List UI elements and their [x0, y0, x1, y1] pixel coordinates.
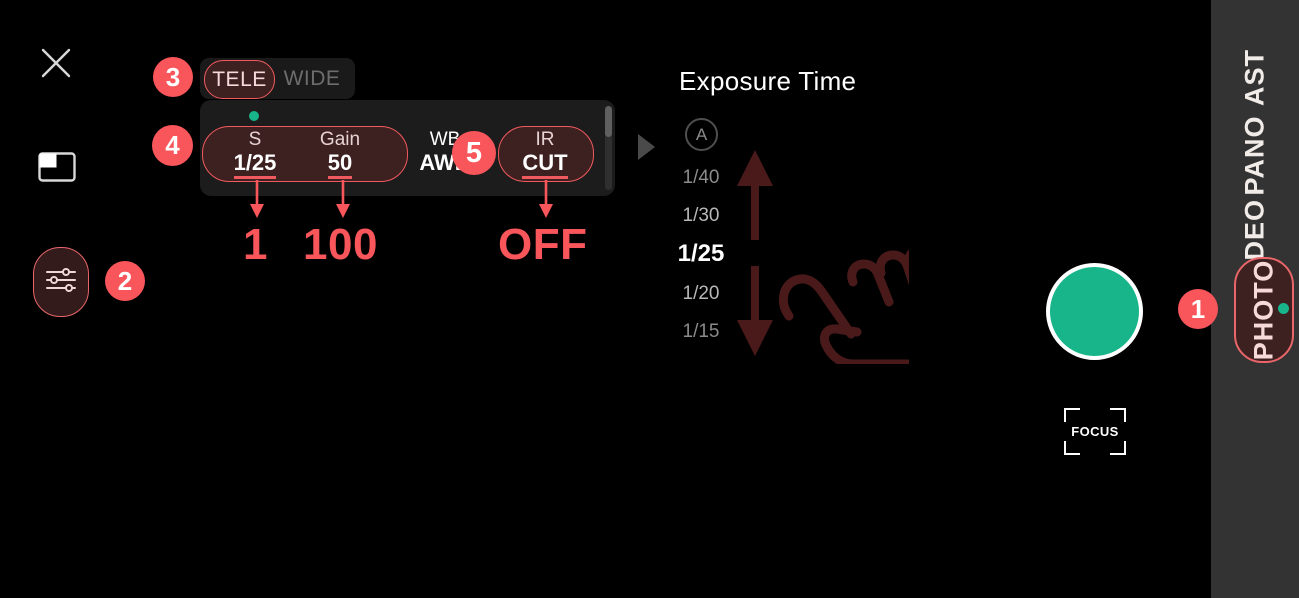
exposure-value-option[interactable]: 1/30	[665, 205, 737, 227]
annotation-badge-3: 3	[153, 57, 193, 97]
annotation-callout-shutter: 1	[243, 220, 268, 269]
picture-in-picture-icon[interactable]	[38, 150, 76, 184]
panel-scrollbar-thumb[interactable]	[605, 106, 612, 137]
annotation-badge-5: 5	[452, 131, 496, 175]
annotation-callout-ir: OFF	[498, 220, 588, 269]
panel-status-dot	[249, 111, 259, 121]
chevron-right-triangle-icon[interactable]	[638, 134, 655, 160]
annotation-badge-4: 4	[152, 125, 193, 166]
field-gain[interactable]: Gain 50	[300, 129, 380, 179]
photo-active-dot	[1278, 303, 1289, 314]
tab-tele[interactable]: TELE	[204, 60, 275, 99]
field-ir[interactable]: IR CUT	[510, 129, 580, 179]
swipe-up-down-hand-icon	[733, 142, 955, 369]
exposure-value-selected[interactable]: 1/25	[665, 240, 737, 268]
field-shutter[interactable]: S 1/25	[225, 129, 285, 179]
focus-button[interactable]: FOCUS	[1064, 408, 1126, 455]
field-shutter-value: 1/25	[233, 151, 277, 179]
field-ir-value: CUT	[522, 151, 568, 179]
exposure-time-title: Exposure Time	[679, 66, 857, 96]
exposure-value-option[interactable]: 1/20	[665, 283, 737, 305]
close-icon[interactable]	[40, 47, 72, 79]
field-gain-label: Gain	[319, 129, 361, 150]
auto-exposure-icon[interactable]: A	[685, 118, 718, 151]
exposure-value-option[interactable]: 1/40	[665, 167, 737, 189]
field-ir-label: IR	[535, 129, 555, 150]
settings-button[interactable]	[33, 247, 89, 317]
focus-label: FOCUS	[1071, 424, 1119, 439]
sidebar-item-ast[interactable]: AST	[1240, 49, 1271, 106]
annotation-badge-1: 1	[1178, 289, 1218, 329]
annotation-callout-gain: 100	[303, 220, 378, 269]
exposure-value-option[interactable]: 1/15	[665, 321, 737, 343]
sidebar-item-photo-label: PHOTO	[1248, 259, 1279, 361]
sidebar-item-pano[interactable]: PANO	[1240, 115, 1271, 195]
sliders-settings-icon	[44, 265, 78, 300]
shutter-button[interactable]	[1046, 263, 1143, 360]
tab-wide[interactable]: WIDE	[281, 66, 343, 92]
camera-app-screen: AST PANO VIDEO PHOTO TELE WIDE S 1/25 Ga…	[0, 0, 1299, 598]
field-gain-value: 50	[327, 151, 353, 179]
annotation-badge-2: 2	[105, 261, 145, 301]
field-shutter-label: S	[248, 129, 262, 150]
